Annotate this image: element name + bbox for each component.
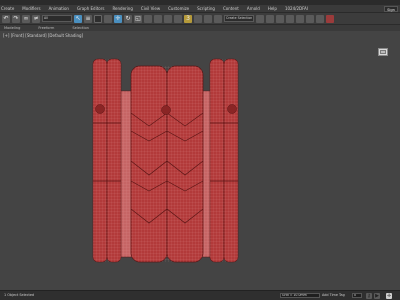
wireframe-model[interactable] — [0, 31, 400, 290]
schematic-icon[interactable] — [296, 14, 304, 23]
tab-selection[interactable]: Selection — [72, 26, 89, 30]
rotate-icon[interactable]: ↻ — [124, 14, 132, 23]
scale-icon[interactable]: ◱ — [134, 14, 142, 23]
redo-icon[interactable]: ↷ — [12, 14, 20, 23]
bolt-center — [161, 105, 171, 115]
mirror-icon[interactable] — [256, 14, 264, 23]
percent-snap-icon[interactable] — [204, 14, 212, 23]
select-by-name-icon[interactable]: ≡ — [84, 14, 92, 23]
menu-extra[interactable]: 1024/2DFAI — [285, 6, 308, 11]
undo-icon[interactable]: ↶ — [2, 14, 10, 23]
frame-field[interactable]: 0 — [352, 293, 362, 298]
menu-content[interactable]: Content — [223, 6, 239, 11]
unlink-glyph: ≠ — [33, 14, 39, 22]
grid-readout: Grid = 10.0mm — [280, 293, 320, 298]
center-column — [130, 65, 204, 263]
unlink-icon[interactable]: ≠ — [32, 14, 40, 23]
move-icon[interactable]: ✛ — [114, 14, 122, 23]
menu-graph-editors[interactable]: Graph Editors — [77, 6, 104, 11]
render-icon[interactable] — [326, 14, 334, 23]
select-icon[interactable]: ↖ — [74, 14, 82, 23]
key-glyph: ⚷ — [367, 293, 371, 299]
tab-modeling[interactable]: Modeling — [4, 26, 20, 30]
snap-glyph: 3 — [186, 14, 190, 22]
link-glyph: ∞ — [23, 14, 29, 22]
menu-arnold[interactable]: Arnold — [247, 6, 260, 11]
move-glyph: ✛ — [115, 14, 121, 22]
menu-scripting[interactable]: Scripting — [197, 6, 215, 11]
select-glyph: ↖ — [75, 14, 81, 22]
spinner-snap-icon[interactable] — [214, 14, 222, 23]
sign-in-button[interactable]: Sign In — [384, 6, 398, 18]
tab-freeform[interactable]: Freeform — [38, 26, 54, 30]
pivot-icon[interactable] — [164, 14, 172, 23]
align-icon[interactable] — [266, 14, 274, 23]
play-glyph: ▶ — [375, 293, 379, 299]
window-crossing-icon[interactable] — [104, 14, 112, 23]
model-body — [92, 58, 239, 263]
selection-status: 1 Object Selected — [4, 293, 35, 297]
menu-rendering[interactable]: Rendering — [112, 6, 132, 11]
list-glyph: ≡ — [85, 14, 91, 22]
add-time-tag[interactable]: Add Time Tag — [322, 293, 345, 297]
material-editor-icon[interactable] — [306, 14, 314, 23]
reference-coordinate-icon[interactable] — [154, 14, 162, 23]
link-icon[interactable]: ∞ — [22, 14, 30, 23]
scale-glyph: ◱ — [135, 14, 141, 22]
menu-animation[interactable]: Animation — [49, 6, 69, 11]
undo-glyph: ↶ — [3, 14, 9, 22]
region-select-icon[interactable] — [94, 14, 102, 23]
key-icon[interactable]: ⚷ — [366, 293, 372, 299]
menu-bar: Create Modifiers Animation Graph Editors… — [0, 5, 400, 18]
place-icon[interactable] — [144, 14, 152, 23]
pan-icon[interactable]: ✛ — [386, 293, 392, 299]
main-toolbar: ↶ ↷ ∞ ≠ All ↖ ≡ ✛ ↻ ◱ 3 Create Selection… — [0, 13, 400, 25]
status-bar: 1 Object Selected Grid = 10.0mm Add Time… — [0, 290, 400, 300]
redo-glyph: ↷ — [13, 14, 19, 22]
keyboard-shortcut-icon[interactable] — [174, 14, 182, 23]
rotate-glyph: ↻ — [125, 14, 131, 22]
right-bars — [209, 58, 239, 263]
center-wire — [131, 66, 203, 262]
left-bars-wire — [93, 59, 121, 262]
right-bars-wire — [210, 59, 238, 262]
play-icon[interactable]: ▶ — [374, 293, 380, 299]
menu-civil-view[interactable]: Civil View — [141, 6, 160, 11]
menu-customize[interactable]: Customize — [168, 6, 189, 11]
named-selection-set-dropdown[interactable]: Create Selection Set — [224, 15, 254, 22]
render-setup-icon[interactable] — [316, 14, 324, 23]
layer-icon[interactable] — [276, 14, 284, 23]
front-viewport[interactable]: [+] [Front] [Standard] [Default Shading] — [0, 31, 400, 290]
pan-glyph: ✛ — [386, 293, 392, 299]
selection-filter-dropdown[interactable]: All — [42, 15, 72, 22]
menu-modifiers[interactable]: Modifiers — [22, 6, 40, 11]
curve-editor-icon[interactable] — [286, 14, 294, 23]
menu-create[interactable]: Create — [1, 6, 14, 11]
left-bars — [92, 58, 122, 263]
angle-snap-icon[interactable] — [194, 14, 202, 23]
menu-help[interactable]: Help — [268, 6, 277, 11]
snap-icon[interactable]: 3 — [184, 14, 192, 23]
bolt-left — [95, 104, 105, 114]
bolt-right — [227, 104, 237, 114]
